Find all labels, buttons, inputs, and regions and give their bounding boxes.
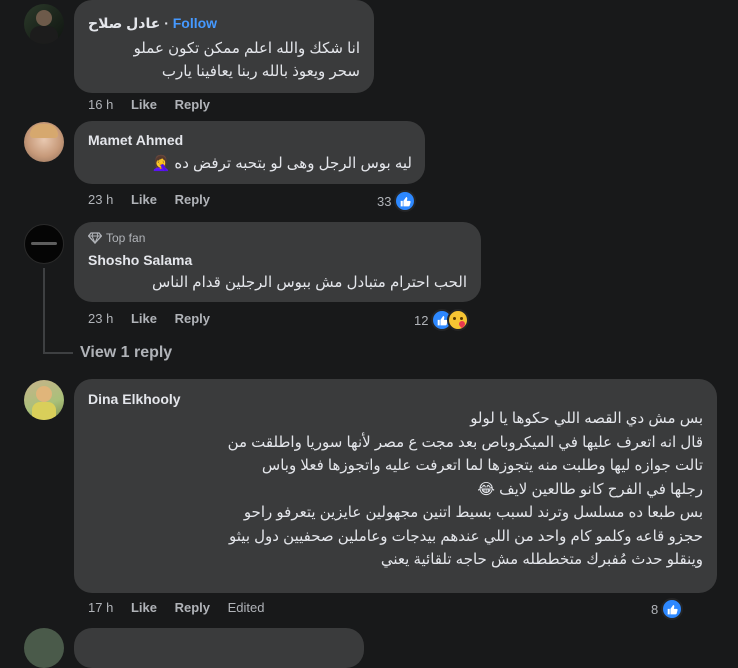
comment-time[interactable]: 23 h [88,192,113,207]
kiss-reaction-icon [447,309,470,331]
reactions-summary[interactable]: 33 [377,190,417,212]
view-replies-link[interactable]: View 1 reply [80,344,172,362]
top-fan-label: Top fan [106,231,146,245]
comment-bubble [74,628,364,668]
comment-text: بس مش دي القصه اللي حكوها يا لولو قال ان… [227,410,703,568]
comment-actions: 16 h Like Reply [88,97,224,112]
like-button[interactable]: Like [131,600,157,615]
comment-actions: 23 h Like Reply [88,311,224,326]
comment-author[interactable]: عادل صلاح [88,15,160,31]
avatar[interactable] [24,224,64,264]
avatar-figure [36,386,52,402]
reaction-count: 33 [377,193,392,209]
follow-button[interactable]: Follow [173,15,217,31]
comment-author[interactable]: Mamet Ahmed [88,132,183,148]
comment-actions: 23 h Like Reply [88,192,224,207]
like-reaction-icon [661,598,684,620]
like-reaction-icon [394,190,417,212]
reactions-summary[interactable]: 8 [651,598,684,620]
reply-button[interactable]: Reply [175,600,210,615]
avatar[interactable] [24,4,64,44]
like-button[interactable]: Like [131,192,157,207]
avatar-body [30,26,58,44]
comment-author[interactable]: Dina Elkhooly [88,391,181,407]
comment-time[interactable]: 23 h [88,311,113,326]
avatar-logo-text [31,242,57,245]
avatar-hair [30,124,58,138]
comment-author-header: عادل صلاح · Follow [88,15,218,31]
thread-connector [43,352,73,354]
reaction-count: 12 [414,312,429,328]
comment-author[interactable]: Shosho Salama [88,252,192,268]
edited-label: Edited [227,600,265,615]
comment-time[interactable]: 17 h [88,600,113,615]
comment-time[interactable]: 16 h [88,97,113,112]
avatar-body [32,402,56,420]
reactions-summary[interactable]: 12 [414,309,470,331]
diamond-icon [88,232,102,244]
like-button[interactable]: Like [131,311,157,326]
comment-text: انا شكك والله اعلم ممكن تكون عملو سحر وي… [133,40,360,80]
comment-text: ليه بوس الرجل وهى لو بتحبه ترفض ده 🤦‍♀️ [151,155,412,172]
like-button[interactable]: Like [131,97,157,112]
top-fan-badge: Top fan [88,231,145,245]
reply-button[interactable]: Reply [175,311,210,326]
reaction-count: 8 [651,601,659,617]
thread-line [43,268,45,352]
avatar-figure [36,10,52,26]
comment-text: الحب احترام متبادل مش ببوس الرجلين قدام … [151,274,467,291]
avatar[interactable] [24,628,64,668]
comment-actions: 17 h Like Reply Edited [88,600,278,615]
avatar[interactable] [24,122,64,162]
reply-button[interactable]: Reply [175,97,210,112]
reply-button[interactable]: Reply [175,192,210,207]
avatar[interactable] [24,380,64,420]
